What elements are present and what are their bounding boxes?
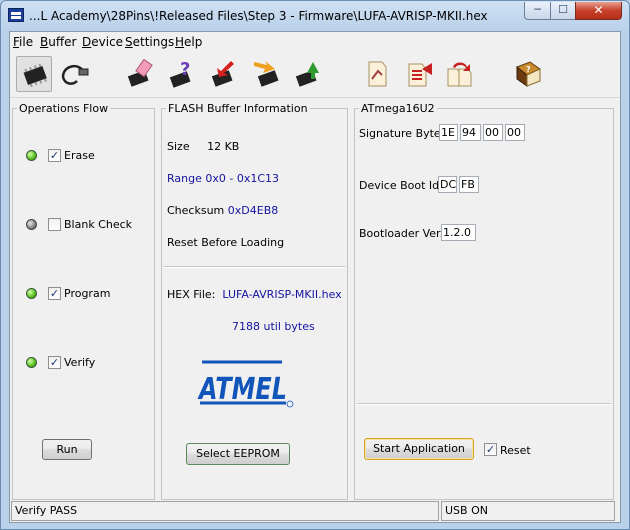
verify-status-led bbox=[26, 357, 37, 368]
flash-buffer-title: FLASH Buffer Information bbox=[166, 102, 310, 115]
save-hex-icon bbox=[408, 63, 432, 87]
boot-ids-label: Device Boot Ids bbox=[359, 179, 445, 192]
erase-button[interactable] bbox=[122, 56, 158, 92]
atmel-logo: ATMEL bbox=[197, 360, 294, 408]
blank-check-button[interactable]: ? bbox=[164, 56, 200, 92]
size-label: Size bbox=[167, 140, 190, 153]
size-row: Size 12 KB bbox=[167, 140, 239, 153]
menu-buffer[interactable]: Buffer bbox=[40, 35, 76, 49]
hex-file-row: HEX File: LUFA-AVRISP-MKII.hex bbox=[167, 288, 342, 301]
signature-byte-1: 1E bbox=[439, 124, 458, 141]
status-left: Verify PASS bbox=[11, 501, 439, 521]
device-title: ATmega16U2 bbox=[359, 102, 437, 115]
boot-id-2: FB bbox=[459, 176, 479, 193]
menu-device[interactable]: Device bbox=[82, 35, 123, 49]
flash-buffer-group: FLASH Buffer Information Size 12 KB Rang… bbox=[161, 102, 348, 500]
usb-connect-icon bbox=[61, 64, 89, 85]
read-chip-icon bbox=[254, 61, 279, 87]
svg-text:?: ? bbox=[526, 65, 531, 74]
device-separator bbox=[357, 403, 611, 405]
program-label: Program bbox=[64, 287, 111, 300]
close-button[interactable]: ✕ bbox=[575, 2, 622, 20]
boot-id-1: DC bbox=[438, 176, 457, 193]
operations-flow-group: Operations Flow ✓ Erase Blank Check ✓ Pr… bbox=[12, 102, 155, 500]
signature-label: Signature Bytes bbox=[359, 127, 447, 140]
bootloader-version-label: Bootloader Ver. bbox=[359, 227, 444, 240]
app-icon[interactable] bbox=[8, 8, 24, 22]
verify-button[interactable] bbox=[290, 56, 326, 92]
signature-byte-3: 00 bbox=[483, 124, 503, 141]
program-checkbox[interactable]: ✓ bbox=[48, 287, 61, 300]
menu-settings[interactable]: Settings bbox=[125, 35, 174, 49]
blank-check-status-led bbox=[26, 219, 37, 230]
size-value: 12 KB bbox=[207, 140, 240, 153]
program-chip-icon bbox=[211, 61, 234, 87]
app-window: ...L Academy\28Pins\!Released Files\Step… bbox=[0, 0, 630, 530]
erase-status-led bbox=[26, 150, 37, 161]
run-button[interactable]: Run bbox=[42, 439, 92, 460]
menu-help[interactable]: Help bbox=[175, 35, 202, 49]
erase-checkbox[interactable]: ✓ bbox=[48, 149, 61, 162]
atmel-logo-text: ATMEL bbox=[197, 372, 287, 407]
maximize-button[interactable]: ☐ bbox=[550, 2, 576, 20]
read-button[interactable] bbox=[248, 56, 284, 92]
verify-label: Verify bbox=[64, 356, 96, 369]
title-bar[interactable]: ...L Academy\28Pins\!Released Files\Step… bbox=[1, 1, 629, 31]
range-value: 0x0 - 0x1C13 bbox=[205, 172, 280, 185]
help-book-icon: ? bbox=[516, 61, 541, 87]
erase-chip-icon bbox=[127, 59, 153, 87]
device-group: ATmega16U2 Signature Bytes 1E 94 00 00 D… bbox=[354, 102, 614, 500]
load-hex-button[interactable] bbox=[359, 56, 395, 92]
toolbar: ? ? bbox=[10, 51, 620, 98]
select-eeprom-button[interactable]: Select EEPROM bbox=[186, 443, 290, 465]
load-hex-icon bbox=[368, 61, 387, 87]
signature-byte-4: 00 bbox=[505, 124, 525, 141]
usb-connect-button[interactable] bbox=[56, 56, 92, 92]
flash-separator bbox=[164, 266, 345, 268]
signature-byte-2: 94 bbox=[460, 124, 481, 141]
help-button[interactable]: ? bbox=[510, 56, 546, 92]
reset-label: Reset bbox=[500, 444, 531, 457]
program-button[interactable] bbox=[206, 56, 242, 92]
reload-hex-button[interactable] bbox=[442, 56, 478, 92]
util-bytes-value: 7188 util bytes bbox=[232, 320, 315, 333]
range-row: Range 0x0 - 0x1C13 bbox=[167, 172, 279, 185]
save-hex-button[interactable] bbox=[401, 56, 437, 92]
operations-flow-title: Operations Flow bbox=[17, 102, 111, 115]
window-title: ...L Academy\28Pins\!Released Files\Step… bbox=[29, 9, 488, 23]
hex-file-label: HEX File: bbox=[167, 288, 216, 301]
bootloader-version-value: 1.2.0 bbox=[441, 224, 476, 241]
reset-checkbox[interactable]: ✓ bbox=[484, 443, 497, 456]
verify-chip-icon bbox=[295, 62, 319, 87]
start-application-button[interactable]: Start Application bbox=[364, 438, 474, 460]
hex-file-value: LUFA-AVRISP-MKII.hex bbox=[222, 288, 342, 301]
checksum-value: 0xD4EB8 bbox=[227, 204, 279, 217]
blank-check-checkbox[interactable] bbox=[48, 218, 61, 231]
menu-file[interactable]: File bbox=[13, 35, 33, 49]
menu-bar: File Buffer Device Settings Help bbox=[10, 32, 620, 51]
erase-label: Erase bbox=[64, 149, 95, 162]
chip-select-icon bbox=[23, 63, 47, 88]
program-status-led bbox=[26, 288, 37, 299]
svg-text:?: ? bbox=[180, 59, 190, 80]
reset-before-loading-label: Reset Before Loading bbox=[167, 236, 285, 249]
range-label: Range bbox=[167, 172, 202, 185]
reload-hex-icon bbox=[447, 62, 472, 87]
status-right: USB ON bbox=[441, 501, 615, 521]
blank-check-label: Blank Check bbox=[64, 218, 133, 231]
checksum-label: Checksum bbox=[167, 204, 225, 217]
client-area: File Buffer Device Settings Help ? ? Ope… bbox=[9, 31, 621, 523]
blank-check-icon: ? bbox=[169, 59, 191, 88]
checksum-row: Checksum 0xD4EB8 bbox=[167, 204, 278, 217]
verify-checkbox[interactable]: ✓ bbox=[48, 356, 61, 369]
minimize-button[interactable]: ─ bbox=[524, 2, 551, 20]
chip-select-button[interactable] bbox=[16, 56, 52, 92]
